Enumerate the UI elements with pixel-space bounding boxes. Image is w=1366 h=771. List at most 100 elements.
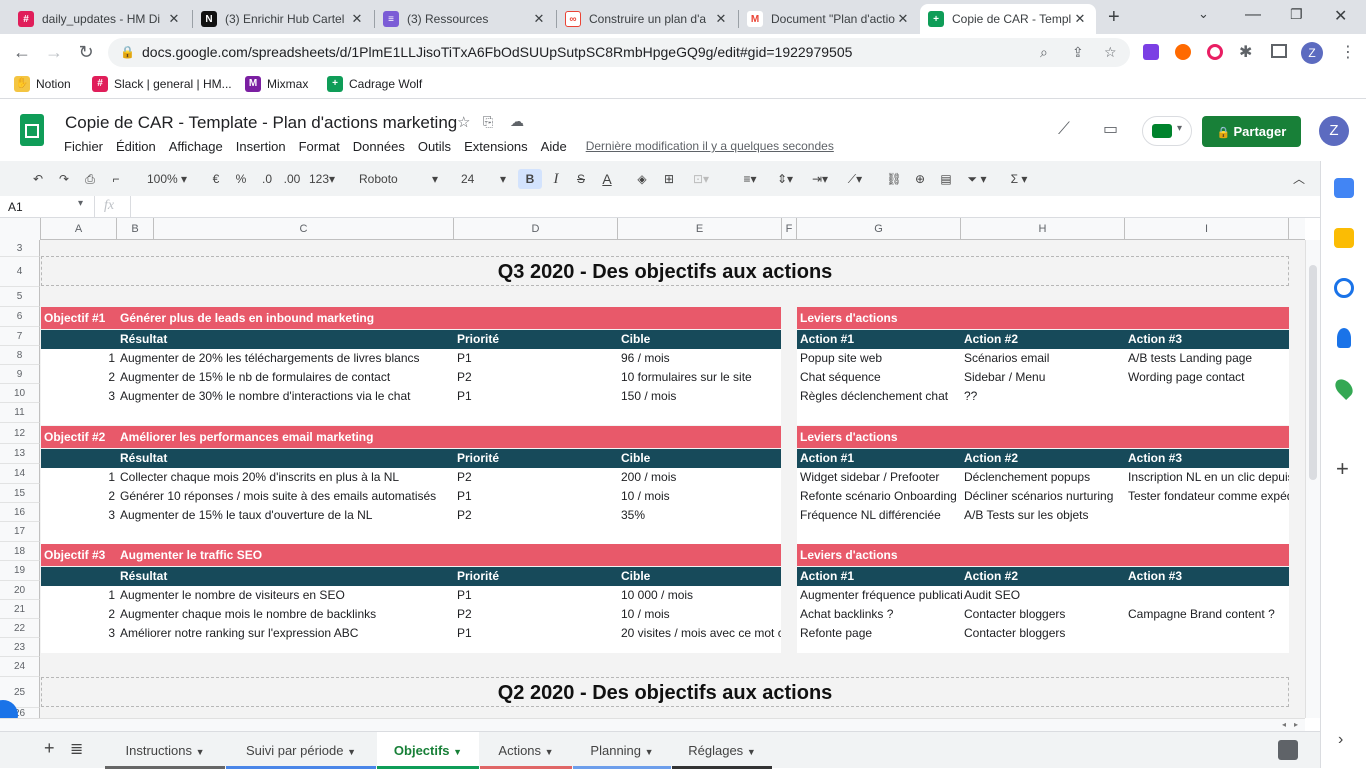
- action-2-cell[interactable]: Scénarios email: [964, 349, 1126, 368]
- extension-icon[interactable]: [1143, 44, 1159, 60]
- column-header-b[interactable]: B: [117, 218, 154, 240]
- chevron-right-icon[interactable]: ›: [1338, 731, 1343, 749]
- row-header[interactable]: 4: [0, 257, 40, 287]
- paint-format-icon[interactable]: ⌐: [106, 169, 126, 189]
- row-number[interactable]: 1: [41, 586, 115, 605]
- priorite-cell[interactable]: P1: [457, 586, 617, 605]
- forward-icon[interactable]: →: [42, 40, 66, 64]
- minimize-icon[interactable]: —: [1245, 6, 1261, 24]
- header-action-2[interactable]: Action #2: [964, 449, 1124, 468]
- chart-icon[interactable]: ▤: [936, 169, 956, 189]
- functions-icon[interactable]: Σ ▾: [1004, 169, 1034, 189]
- horizontal-scrollbar[interactable]: ◂ ▸: [0, 718, 1305, 731]
- name-box[interactable]: A1: [8, 200, 23, 214]
- extension-icon[interactable]: [1175, 44, 1191, 60]
- menu-affichage[interactable]: Affichage: [169, 139, 223, 154]
- bookmark-slack[interactable]: # Slack | general | HM...: [92, 76, 232, 92]
- objective-label[interactable]: Objectif #3: [44, 544, 118, 566]
- action-1-cell[interactable]: Achat backlinks ?: [800, 605, 962, 624]
- row-header[interactable]: 20: [0, 581, 40, 600]
- sidebar-icon[interactable]: [1271, 44, 1287, 58]
- share-button[interactable]: 🔒 Partager: [1202, 116, 1301, 147]
- cible-cell[interactable]: 150 / mois: [621, 387, 781, 406]
- row-header[interactable]: 7: [0, 327, 40, 346]
- menu-fichier[interactable]: Fichier: [64, 139, 103, 154]
- browser-tab[interactable]: ∞ Construire un plan d'a ✕: [557, 4, 737, 34]
- resultat-cell[interactable]: Améliorer notre ranking sur l'expression…: [120, 624, 455, 643]
- folder-icon[interactable]: ⎘: [483, 114, 493, 130]
- row-header[interactable]: 10: [0, 384, 40, 403]
- cible-cell[interactable]: 10 formulaires sur le site: [621, 368, 781, 387]
- row-number[interactable]: 3: [41, 506, 115, 525]
- column-header-c[interactable]: C: [154, 218, 454, 240]
- cible-cell[interactable]: 10 / mois: [621, 605, 781, 624]
- select-all-corner[interactable]: [0, 218, 41, 240]
- header-cible[interactable]: Cible: [621, 330, 781, 349]
- action-2-cell[interactable]: A/B Tests sur les objets: [964, 506, 1126, 525]
- objective-label[interactable]: Objectif #1: [44, 307, 118, 329]
- action-3-cell[interactable]: Inscription NL en un clic depuis: [1128, 468, 1289, 487]
- row-number[interactable]: 2: [41, 487, 115, 506]
- priorite-cell[interactable]: P1: [457, 349, 617, 368]
- sheet-tab-objectifs[interactable]: Objectifs ▼: [377, 732, 479, 769]
- resultat-cell[interactable]: Augmenter de 20% les téléchargements de …: [120, 349, 455, 368]
- row-header[interactable]: 15: [0, 484, 40, 503]
- number-format-select[interactable]: 123▾: [306, 169, 338, 189]
- action-1-cell[interactable]: Règles déclenchement chat: [800, 387, 962, 406]
- wrap-icon[interactable]: ⇥▾: [806, 169, 834, 189]
- user-avatar[interactable]: Z: [1319, 116, 1349, 146]
- leviers-label[interactable]: Leviers d'actions: [800, 544, 1100, 566]
- row-header[interactable]: 12: [0, 423, 40, 444]
- close-icon[interactable]: ✕: [531, 11, 547, 27]
- action-2-cell[interactable]: Contacter bloggers: [964, 605, 1126, 624]
- action-1-cell[interactable]: Chat séquence: [800, 368, 962, 387]
- menu-donnees[interactable]: Données: [353, 139, 405, 154]
- chevron-down-icon[interactable]: ⌄: [1198, 6, 1209, 22]
- action-3-cell[interactable]: Tester fondateur comme expéditeur: [1128, 487, 1289, 506]
- action-1-cell[interactable]: Fréquence NL différenciée: [800, 506, 962, 525]
- cible-cell[interactable]: 10 / mois: [621, 487, 781, 506]
- align-icon[interactable]: ≡▾: [736, 169, 764, 189]
- header-action-2[interactable]: Action #2: [964, 567, 1124, 586]
- column-header-e[interactable]: E: [618, 218, 782, 240]
- browser-tab-active[interactable]: + Copie de CAR - Templ ✕: [920, 4, 1096, 34]
- action-2-cell[interactable]: Déclenchement popups: [964, 468, 1126, 487]
- action-2-cell[interactable]: Décliner scénarios nurturing: [964, 487, 1126, 506]
- header-priorite[interactable]: Priorité: [457, 330, 617, 349]
- q2-title[interactable]: Q2 2020 - Des objectifs aux actions: [41, 677, 1289, 707]
- action-3-cell[interactable]: A/B tests Landing page: [1128, 349, 1289, 368]
- priorite-cell[interactable]: P1: [457, 624, 617, 643]
- close-icon[interactable]: ✕: [166, 11, 182, 27]
- meet-button[interactable]: ▾: [1142, 116, 1192, 146]
- comment-icon[interactable]: ▭: [1103, 119, 1118, 139]
- menu-format[interactable]: Format: [299, 139, 340, 154]
- sheets-logo-icon[interactable]: [20, 114, 44, 146]
- valign-icon[interactable]: ⇕▾: [771, 169, 799, 189]
- filter-icon[interactable]: ⏷ ▾: [962, 169, 992, 189]
- header-action-1[interactable]: Action #1: [800, 567, 960, 586]
- spreadsheet-grid[interactable]: 3 4 5 6 7 8 9 10 11 12 13 14 15 16 17 18 19 20 21 22 23 24 25 2…: [0, 240, 1305, 718]
- more-icon[interactable]: ⋮: [1340, 42, 1356, 62]
- row-header[interactable]: 16: [0, 503, 40, 522]
- italic-button[interactable]: I: [545, 169, 567, 189]
- add-sheet-button[interactable]: +: [44, 738, 55, 759]
- header-action-3[interactable]: Action #3: [1128, 330, 1288, 349]
- menu-extensions[interactable]: Extensions: [464, 139, 528, 154]
- row-header[interactable]: 21: [0, 600, 40, 619]
- extension-icon[interactable]: [1207, 44, 1223, 60]
- back-icon[interactable]: ←: [10, 40, 34, 64]
- row-header[interactable]: 14: [0, 464, 40, 484]
- sheet-tab-planning[interactable]: Planning ▼: [573, 732, 671, 769]
- header-resultat[interactable]: Résultat: [120, 330, 420, 349]
- column-header-i[interactable]: I: [1125, 218, 1289, 240]
- chevron-down-icon[interactable]: ▾: [78, 198, 83, 209]
- fill-color-icon[interactable]: ◈: [632, 169, 652, 189]
- objective-title[interactable]: Augmenter le traffic SEO: [120, 544, 770, 566]
- font-select[interactable]: Roboto ▾: [350, 169, 440, 189]
- header-action-2[interactable]: Action #2: [964, 330, 1124, 349]
- zoom-select[interactable]: 100% ▾: [140, 169, 194, 189]
- cible-cell[interactable]: 200 / mois: [621, 468, 781, 487]
- leviers-label[interactable]: Leviers d'actions: [800, 426, 1100, 448]
- priorite-cell[interactable]: P2: [457, 468, 617, 487]
- sheet-tab-instructions[interactable]: Instructions ▼: [105, 732, 225, 769]
